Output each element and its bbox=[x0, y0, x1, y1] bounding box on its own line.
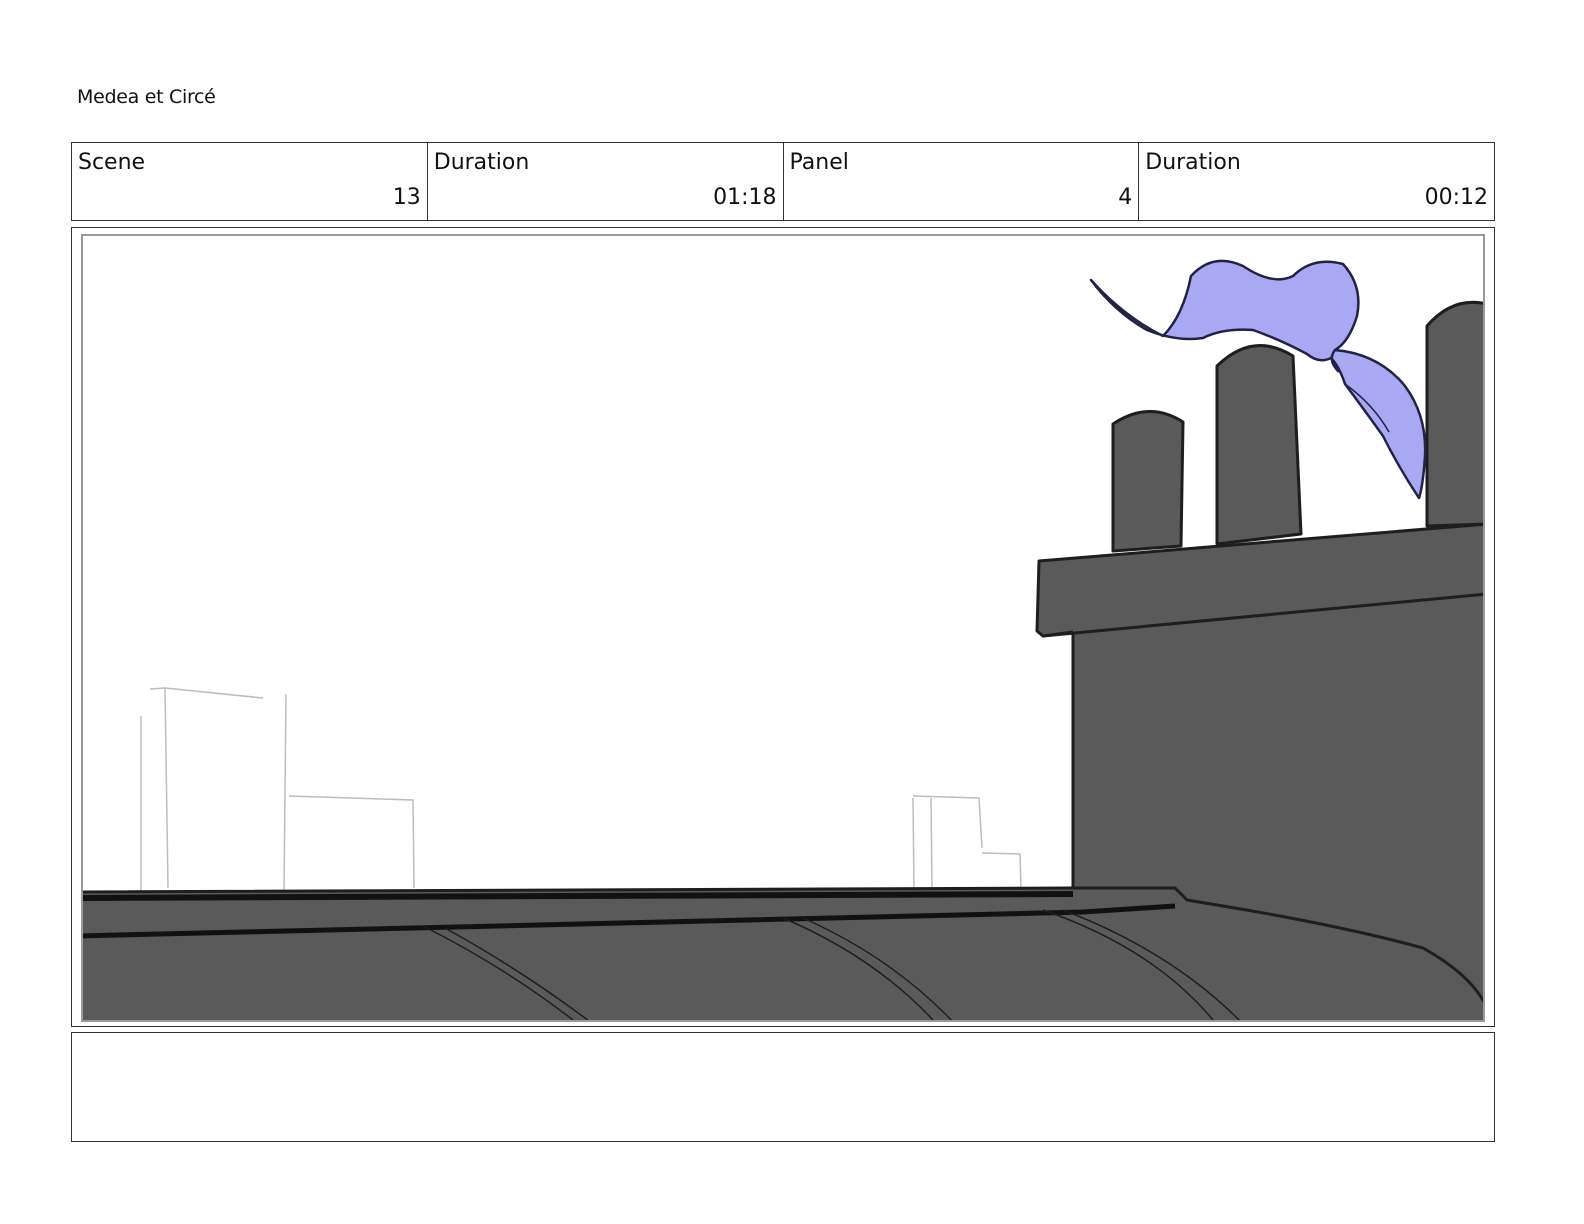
scene-duration-value: 01:18 bbox=[713, 185, 777, 210]
panel-notes-box bbox=[71, 1032, 1495, 1142]
panel-cell: Panel 4 bbox=[784, 143, 1140, 220]
panel-value: 4 bbox=[1118, 185, 1133, 210]
distant-buildings-middle bbox=[912, 795, 1022, 892]
panel-label: Panel bbox=[789, 150, 849, 175]
panel-duration-value: 00:12 bbox=[1424, 185, 1488, 210]
storyboard-panel-image bbox=[81, 234, 1485, 1022]
panel-duration-cell: Duration 00:12 bbox=[1139, 143, 1494, 220]
scene-duration-label: Duration bbox=[433, 150, 530, 175]
distant-buildings-left bbox=[140, 687, 415, 892]
panel-info-table: Scene 13 Duration 01:18 Panel 4 Duration… bbox=[71, 142, 1495, 221]
storyboard-panel-frame bbox=[71, 227, 1495, 1027]
panel-duration-label: Duration bbox=[1145, 150, 1241, 175]
scene-cell: Scene 13 bbox=[72, 143, 428, 220]
panel-drawing bbox=[83, 259, 1483, 1020]
document-title: Medea et Circé bbox=[77, 86, 216, 108]
scene-duration-cell: Duration 01:18 bbox=[428, 143, 784, 220]
scene-value: 13 bbox=[392, 185, 421, 210]
scene-label: Scene bbox=[78, 150, 146, 175]
